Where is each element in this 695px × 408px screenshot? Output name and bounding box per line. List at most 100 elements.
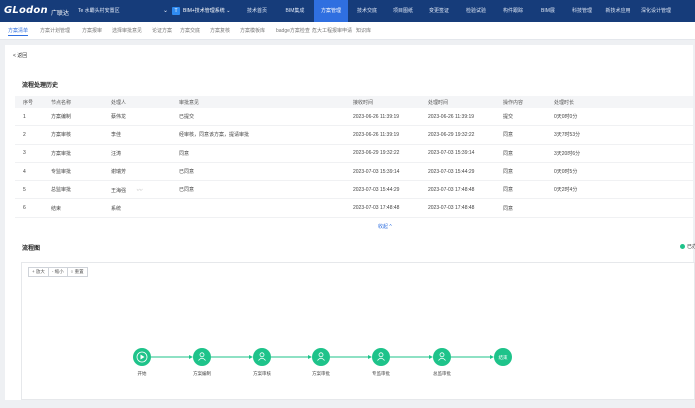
table-cell: 汪涛: [103, 144, 171, 163]
table-cell: 方案审核: [43, 125, 103, 145]
table-cell: 4: [15, 162, 43, 182]
table-cell: 王海强 〰: [103, 180, 171, 200]
cell-text: 已同意: [179, 169, 195, 176]
cell-text: 2023-06-29 19:32:22: [428, 131, 475, 138]
subnav-item[interactable]: 方案模板库: [240, 27, 265, 34]
subnav-item[interactable]: badge方案检查: [276, 27, 310, 34]
nav-item[interactable]: 项目图纸: [386, 0, 420, 22]
flow-node-label: 开始: [138, 370, 147, 377]
subnav-item[interactable]: 论证方案: [152, 27, 172, 34]
subnav-item[interactable]: 方案报审: [82, 27, 102, 34]
table-cell: 已提交: [171, 108, 345, 127]
cell-text: 0天0时0分: [554, 114, 578, 121]
nav-item[interactable]: 科技管理: [566, 0, 598, 22]
table-cell: 方案编制: [43, 108, 103, 127]
column-header: 处理人: [103, 96, 171, 108]
cell-text: 系统: [111, 205, 122, 212]
cell-text: 经审核，同意该方案，提请审批: [179, 132, 250, 139]
cell-text: 2023-06-29 19:32:22: [353, 150, 400, 157]
project-name: Te 水霸头村安置区: [78, 8, 120, 14]
column-header: 处理时长: [546, 96, 693, 108]
column-header: 审批意见: [171, 96, 345, 108]
table-cell: 6: [15, 198, 43, 218]
table-cell: 2023-07-03 15:44:29: [420, 162, 495, 182]
collapse-toggle[interactable]: 收起 ^: [378, 223, 392, 230]
column-header: 接收时间: [345, 96, 420, 108]
nav-item[interactable]: 新技术应用: [600, 0, 636, 22]
table-cell: 1: [15, 108, 43, 127]
brand-logo-sub: 广联达: [51, 11, 70, 17]
table-cell: 同意: [495, 162, 546, 182]
table-cell: 方案审批: [43, 144, 103, 163]
table-cell: 蔡伟龙: [103, 108, 171, 127]
cell-text: 0天0时5分: [554, 169, 578, 176]
nav-item[interactable]: 检验试验: [458, 0, 494, 22]
nav-item[interactable]: 深化设计管理: [636, 0, 676, 22]
nav-item[interactable]: BIM集成: [278, 0, 312, 22]
nav-item[interactable]: BIM展: [532, 0, 564, 22]
cell-text: 3天20时6分: [554, 150, 581, 157]
subnav-item[interactable]: 方案计划管理: [40, 27, 70, 34]
table-cell: 2: [15, 125, 43, 145]
subnav-item[interactable]: 选择审批意见: [112, 27, 142, 34]
table-cell: 2023-07-03 15:44:29: [345, 180, 420, 200]
nav-item[interactable]: 技术交底: [350, 0, 384, 22]
table-cell: 2023-07-03 17:48:48: [345, 198, 420, 218]
table-cell: [171, 198, 345, 218]
column-header: 序号: [15, 96, 43, 108]
legend-done: 已办: [679, 243, 695, 250]
table-cell: 专监审批: [43, 162, 103, 182]
cell-text: 已同意: [179, 187, 195, 194]
table-row: 1 方案编制 蔡伟龙 已提交 2023-06-26 11:39:19 2023-06-26…: [15, 108, 693, 127]
nav-item[interactable]: 方案管理: [314, 0, 348, 22]
table-cell: 系统: [103, 198, 171, 218]
table-cell: 结束: [43, 198, 103, 218]
subnav-item[interactable]: 方案复核: [210, 27, 230, 34]
subnav-item[interactable]: 知识库: [356, 27, 371, 34]
nav-item[interactable]: 技术首页: [238, 0, 276, 22]
table-cell: 2023-07-03 15:39:14: [345, 162, 420, 182]
table-cell: 已同意: [171, 180, 345, 200]
project-selector[interactable]: Te 水霸头村安置区 ⌄: [78, 6, 170, 16]
chevron-down-icon: ⌄: [224, 8, 231, 14]
flow-canvas[interactable]: + 放大 - 缩小 ○ 重置 开始 方案编制 方案审核 方案审批 专监审批 总监审批 结束: [21, 262, 695, 400]
cell-text: 同意: [503, 205, 514, 212]
table-cell: 3天20时6分: [546, 144, 693, 163]
cell-text: 方案审批: [51, 150, 72, 157]
brand-logo[interactable]: GLodon: [4, 5, 48, 16]
end-node-label: 结束: [499, 354, 508, 361]
nav-item[interactable]: 变更签证: [422, 0, 456, 22]
flow-node-label: 专监审批: [372, 370, 390, 377]
table-cell: 0天0时0分: [546, 108, 693, 127]
table-row: 2 方案审核 李佳 经审核，同意该方案，提请审批 2023-06-26 11:39:19…: [15, 125, 693, 145]
system-selector[interactable]: T BIM+技术管理系统 ⌄: [172, 6, 230, 16]
cell-text: 4: [23, 168, 26, 175]
cell-text: 提交: [503, 114, 514, 121]
table-cell: 2023-06-29 19:32:22: [345, 144, 420, 163]
subnav-item[interactable]: 方案清单: [8, 27, 29, 36]
cell-text: 同意: [503, 169, 514, 176]
cell-text: 同意: [503, 187, 514, 194]
history-title: 流程处理历史: [22, 83, 59, 89]
cell-text: 2023-07-03 15:44:29: [353, 186, 400, 193]
subnav-item[interactable]: 危大工程报审申请: [312, 27, 352, 34]
nav-item[interactable]: 构件跟踪: [496, 0, 530, 22]
cell-text: 同意: [503, 132, 514, 139]
cell-text: 2023-07-03 17:48:48: [353, 205, 400, 212]
cell-text: 结束: [51, 205, 62, 212]
back-button[interactable]: < 返回: [13, 52, 27, 59]
table-cell: 同意: [495, 144, 546, 163]
column-header: 操作内容: [495, 96, 546, 108]
cell-text: 2023-07-03 15:39:14: [353, 168, 400, 175]
table-cell: 2023-06-29 19:32:22: [420, 125, 495, 145]
table-row: 3 方案审批 汪涛 同意 2023-06-29 19:32:22 2023-07-03 1…: [15, 144, 693, 163]
table-cell: 李佳: [103, 125, 171, 145]
cell-text: 总监审批: [51, 187, 72, 194]
table-cell: 2023-06-26 11:39:19: [420, 108, 495, 127]
table-cell: 谢瑞芳: [103, 162, 171, 182]
subnav-item[interactable]: 方案交底: [180, 27, 200, 34]
arrow-icon: [308, 355, 312, 359]
cell-text: 3天7时53分: [554, 132, 581, 139]
table-cell: 2023-06-26 11:39:19: [345, 108, 420, 127]
table-cell: 3天7时53分: [546, 125, 693, 145]
